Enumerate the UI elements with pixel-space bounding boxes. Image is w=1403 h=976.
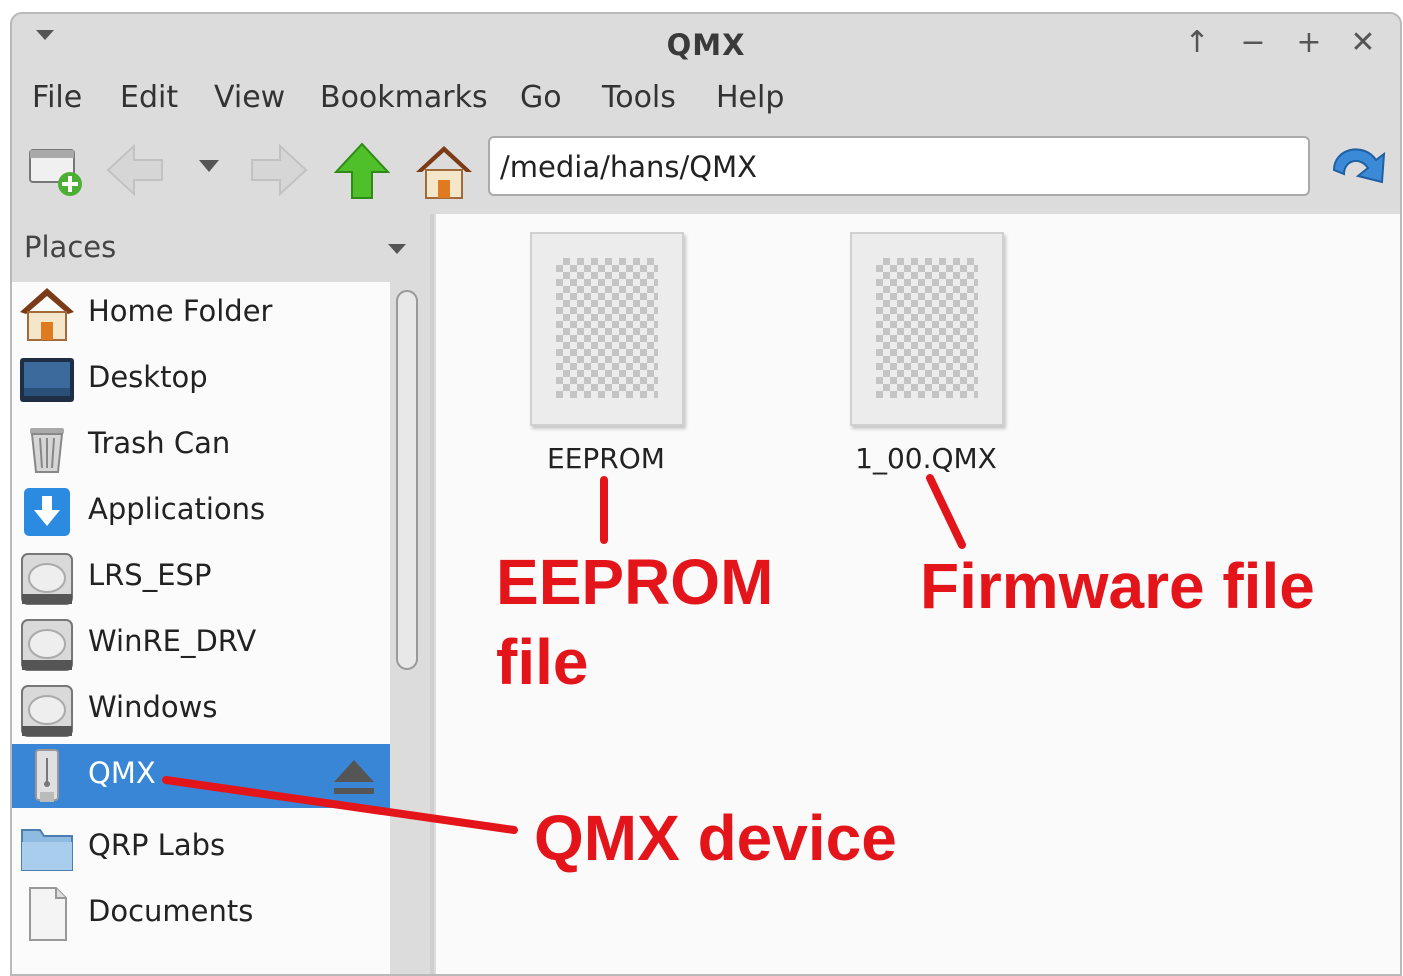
annotation-eeprom-line2: file (496, 626, 589, 698)
annotation-eeprom-line1: EEPROM (496, 546, 774, 618)
annotation-device: QMX device (534, 802, 897, 874)
firmware-pointer-line (926, 474, 966, 549)
annotation-firmware: Firmware file (920, 550, 1315, 622)
device-pointer-line (162, 776, 518, 834)
